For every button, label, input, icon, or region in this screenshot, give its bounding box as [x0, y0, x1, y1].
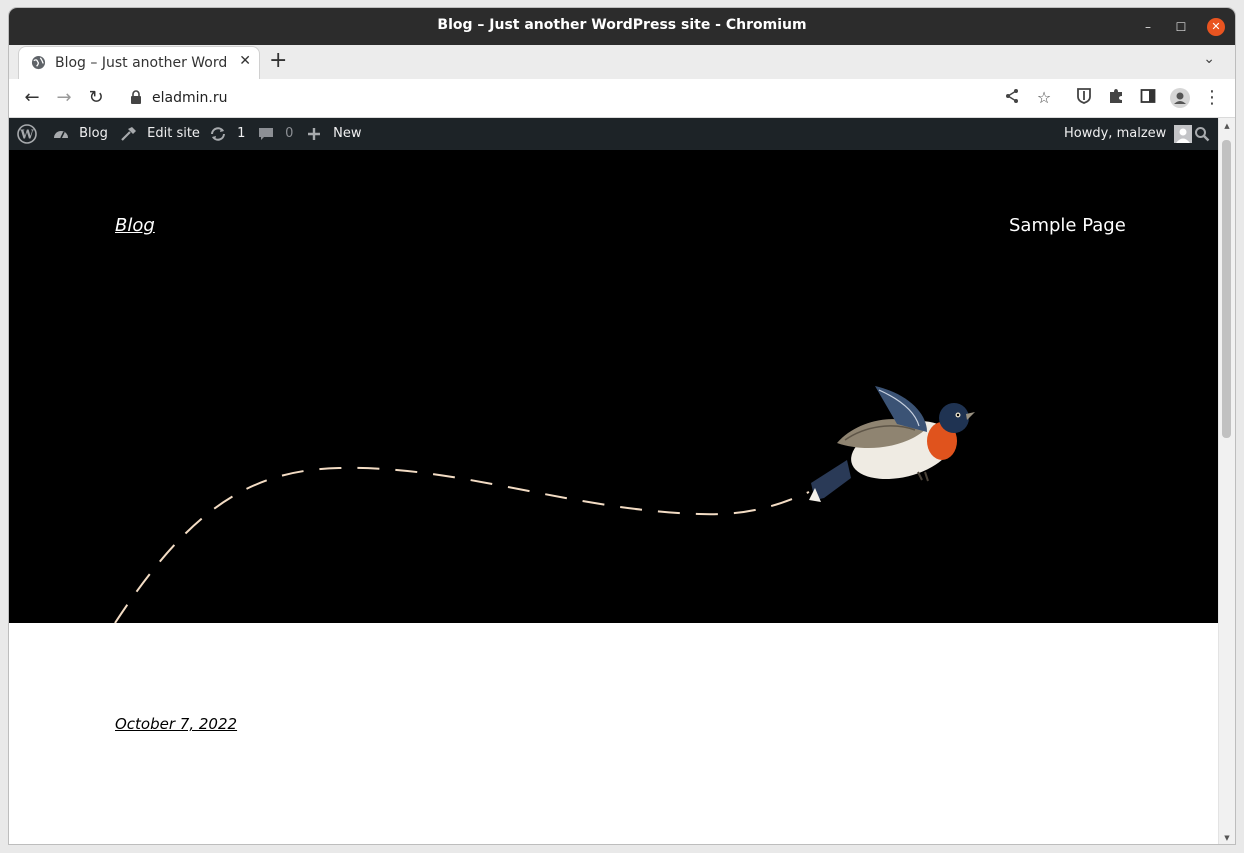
browser-window: Blog – Just another WordPress site - Chr…: [9, 8, 1235, 844]
site-header-hero: Blog Sample Page: [9, 150, 1219, 623]
updates-link[interactable]: 1: [209, 118, 245, 150]
close-tab-icon[interactable]: ✕: [239, 53, 251, 69]
new-label: New: [333, 126, 362, 141]
minimize-icon[interactable]: –: [1139, 18, 1157, 36]
dashboard-icon: [54, 130, 68, 138]
scrollbar-thumb[interactable]: [1222, 140, 1231, 438]
address-bar[interactable]: eladmin.ru: [121, 83, 1021, 113]
title-bar: Blog – Just another WordPress site - Chr…: [9, 8, 1235, 45]
my-account-link[interactable]: Howdy, malzew: [1064, 118, 1193, 150]
howdy-label: Howdy, malzew: [1064, 126, 1167, 141]
reload-icon[interactable]: ↻: [85, 87, 107, 109]
url-text[interactable]: eladmin.ru: [152, 90, 227, 106]
admin-blog-link[interactable]: Blog: [53, 118, 108, 150]
maximize-icon[interactable]: ☐: [1172, 18, 1190, 36]
wp-admin-bar: W Blog Edit site 1 0 New Howdy, malzew: [9, 118, 1219, 150]
post-date-link[interactable]: October 7, 2022: [115, 715, 237, 733]
profile-avatar-icon[interactable]: [1170, 88, 1190, 108]
tab-title: Blog – Just another WordPress site: [55, 55, 227, 71]
globe-icon: [31, 55, 46, 70]
edit-site-label: Edit site: [147, 126, 200, 141]
tab-search-icon[interactable]: ⌄: [1203, 51, 1215, 67]
new-content-link[interactable]: New: [307, 118, 362, 150]
bird-illustration: [809, 386, 975, 502]
bitwarden-extension-icon[interactable]: [1074, 88, 1094, 108]
page-content: Blog Sample Page October 7, 2022: [9, 150, 1219, 844]
updates-icon: [211, 126, 225, 141]
user-avatar-icon: [1174, 124, 1193, 143]
side-panel-icon[interactable]: [1138, 88, 1158, 108]
extensions-puzzle-icon[interactable]: [1106, 88, 1126, 108]
comment-bubble-icon: [259, 127, 273, 140]
comments-link[interactable]: 0: [258, 118, 293, 150]
flight-path-line: [114, 466, 810, 623]
edit-hammer-icon: [121, 126, 136, 141]
bookmark-star-icon[interactable]: ☆: [1034, 88, 1054, 108]
window-title: Blog – Just another WordPress site - Chr…: [437, 17, 807, 33]
admin-search-icon[interactable]: [1194, 118, 1210, 150]
tab-blog[interactable]: Blog – Just another WordPress site ✕: [18, 46, 260, 80]
edit-site-link[interactable]: Edit site: [120, 118, 200, 150]
updates-count: 1: [237, 126, 246, 141]
scroll-down-arrow-icon[interactable]: ▼: [1219, 834, 1235, 842]
wordpress-logo-icon[interactable]: W: [17, 118, 37, 150]
admin-blog-label: Blog: [79, 126, 108, 141]
tab-strip: Blog – Just another WordPress site ✕ + ⌄: [9, 45, 1235, 80]
back-icon[interactable]: ←: [21, 87, 43, 109]
plus-icon: [308, 127, 320, 140]
menu-kebab-icon[interactable]: ⋮: [1202, 88, 1222, 108]
close-icon[interactable]: ✕: [1207, 18, 1225, 36]
lock-icon[interactable]: [130, 90, 142, 104]
share-icon[interactable]: [1002, 88, 1022, 108]
browser-toolbar: ← → ↻ eladmin.ru ☆ ⋮: [9, 79, 1235, 118]
page-scrollbar[interactable]: ▲ ▼: [1218, 118, 1235, 844]
hero-illustration: [114, 386, 975, 623]
svg-text:W: W: [19, 127, 34, 141]
new-tab-icon[interactable]: +: [269, 48, 287, 73]
forward-icon[interactable]: →: [53, 87, 75, 109]
comments-count: 0: [285, 126, 294, 141]
scroll-up-arrow-icon[interactable]: ▲: [1219, 122, 1235, 130]
